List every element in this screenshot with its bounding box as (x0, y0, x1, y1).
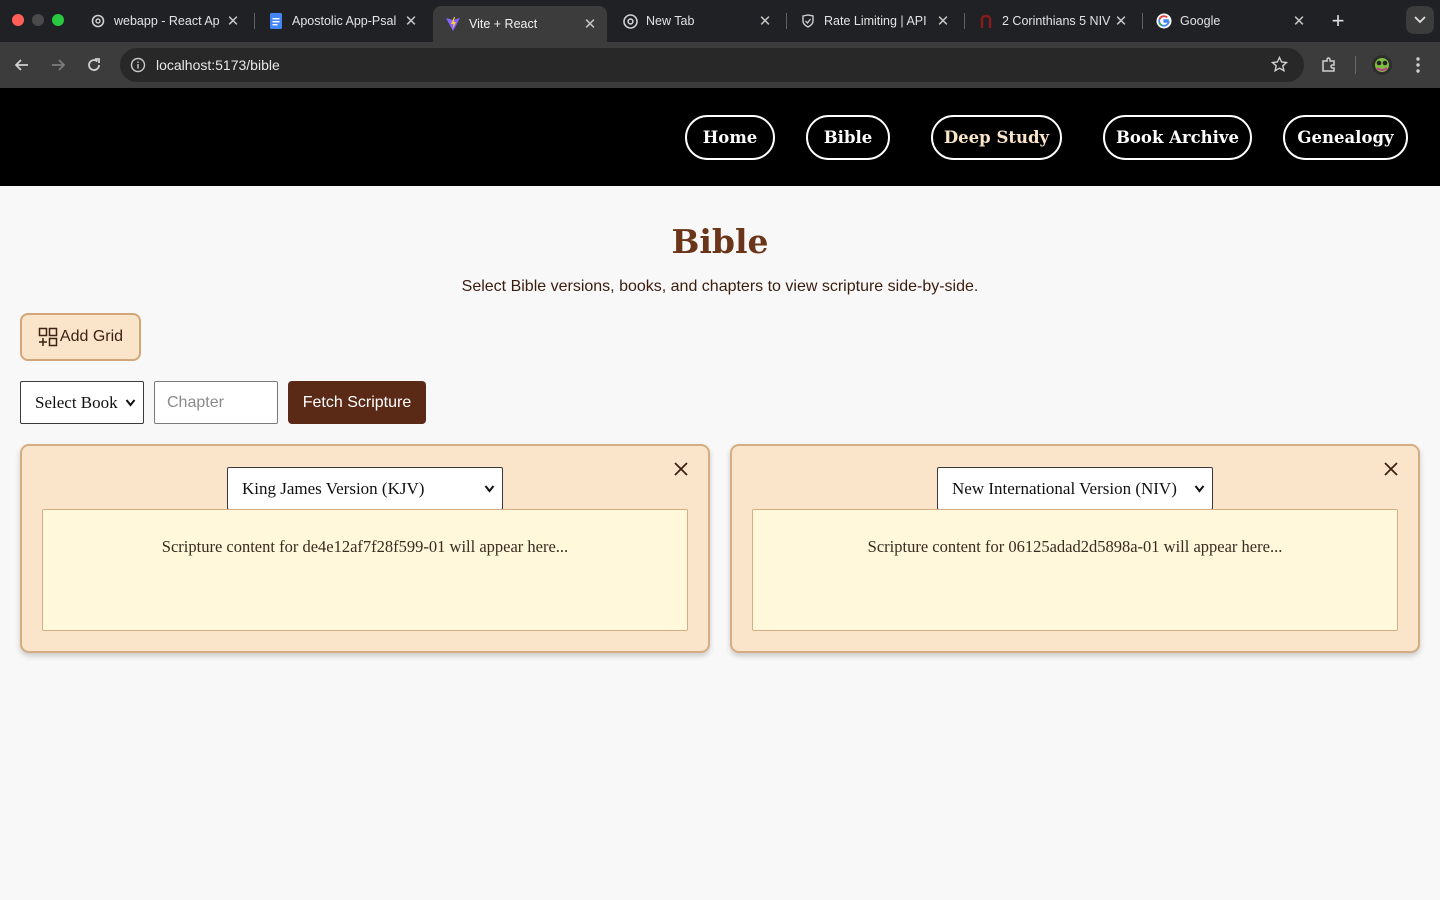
close-grid-button[interactable] (1380, 458, 1402, 480)
biblegateway-icon (978, 13, 994, 29)
browser-tab[interactable]: New Tab ✕ (610, 6, 782, 36)
nav-home[interactable]: Home (685, 115, 775, 160)
browser-menu-button[interactable] (1404, 51, 1432, 79)
chrome-icon (622, 13, 638, 29)
minimize-window-button[interactable] (32, 14, 44, 26)
chevron-down-icon (1414, 16, 1426, 24)
tab-search-button[interactable] (1406, 6, 1434, 34)
fetch-scripture-button[interactable]: Fetch Scripture (288, 381, 426, 424)
reload-icon (88, 58, 100, 71)
version-select[interactable]: King James Version (KJV) (227, 467, 503, 510)
toolbar-divider (1355, 56, 1356, 74)
profile-avatar[interactable] (1368, 51, 1396, 79)
tab-title: 2 Corinthians 5 NIV (1002, 14, 1111, 28)
version-select-value: New International Version (NIV) (952, 478, 1177, 498)
scripture-text: Scripture content for de4e12af7f28f599-0… (161, 537, 569, 556)
app-header: Home Bible Deep Study Book Archive Genea… (0, 88, 1440, 186)
extensions-button[interactable] (1315, 51, 1343, 79)
close-grid-button[interactable] (670, 458, 692, 480)
tab-divider (964, 13, 965, 29)
page-subtitle: Select Bible versions, books, and chapte… (461, 278, 979, 295)
close-icon[interactable]: ✕ (1290, 12, 1308, 30)
browser-tab[interactable]: webapp - React Ap ✕ (78, 6, 250, 36)
url-text: localhost:5173/bible (156, 57, 280, 73)
browser-tab[interactable]: Apostolic App-Psal ✕ (256, 6, 428, 36)
version-select-value: King James Version (KJV) (242, 478, 425, 498)
reload-button[interactable] (80, 51, 108, 79)
tab-title: Rate Limiting | API (824, 14, 927, 28)
browser-tab[interactable]: Google ✕ (1144, 6, 1316, 36)
close-icon[interactable]: ✕ (756, 12, 774, 30)
close-icon[interactable]: ✕ (402, 12, 420, 30)
chevron-down-icon (125, 399, 136, 407)
chevron-down-icon (1194, 485, 1205, 493)
tab-divider (1142, 13, 1143, 29)
back-button[interactable] (8, 51, 36, 79)
chapter-input[interactable] (154, 381, 278, 424)
forward-button[interactable] (44, 51, 72, 79)
google-icon (1156, 13, 1172, 29)
book-select-value: Select Book (35, 392, 118, 412)
shield-icon (800, 13, 816, 29)
arrow-right-icon (52, 59, 66, 71)
site-info-icon[interactable] (130, 57, 146, 73)
scripture-grid-card: New International Version (NIV) Scriptur… (730, 444, 1420, 653)
close-icon[interactable]: ✕ (934, 12, 952, 30)
close-icon[interactable]: ✕ (581, 15, 599, 33)
browser-tab[interactable]: 2 Corinthians 5 NIV ✕ (966, 6, 1138, 36)
browser-tab-active[interactable]: Vite + React ✕ (433, 6, 607, 42)
browser-tab-strip: webapp - React Ap ✕ Apostolic App-Psal ✕… (0, 0, 1440, 42)
scripture-content-box: Scripture content for 06125adad2d5898a-0… (752, 509, 1398, 631)
close-icon (674, 462, 688, 476)
browser-toolbar: localhost:5173/bible (0, 42, 1440, 88)
openai-icon (90, 13, 106, 29)
chevron-down-icon (484, 485, 495, 493)
browser-tab[interactable]: Rate Limiting | API ✕ (788, 6, 960, 36)
tab-title: webapp - React Ap (114, 14, 220, 28)
google-docs-icon (268, 13, 284, 29)
arrow-left-icon (14, 59, 28, 71)
scripture-text: Scripture content for 06125adad2d5898a-0… (867, 537, 1283, 556)
close-window-button[interactable] (12, 14, 24, 26)
tab-title: New Tab (646, 14, 695, 28)
scripture-content-box: Scripture content for de4e12af7f28f599-0… (42, 509, 688, 631)
grid-add-icon (38, 327, 58, 347)
tab-title: Google (1180, 14, 1221, 28)
version-select[interactable]: New International Version (NIV) (937, 467, 1213, 510)
tab-title: Vite + React (469, 17, 538, 31)
maximize-window-button[interactable] (52, 14, 64, 26)
page-title: Bible (671, 222, 769, 261)
scripture-grid-card: King James Version (KJV) Scripture conte… (20, 444, 710, 653)
nav-genealogy[interactable]: Genealogy (1283, 115, 1408, 160)
more-vertical-icon (1416, 57, 1420, 73)
tab-divider (786, 13, 787, 29)
nav-bible[interactable]: Bible (806, 115, 890, 160)
avatar-icon (1372, 55, 1392, 75)
new-tab-button[interactable]: + (1324, 7, 1352, 35)
add-grid-button[interactable]: Add Grid (20, 313, 141, 361)
puzzle-icon (1322, 57, 1335, 72)
nav-book-archive[interactable]: Book Archive (1103, 115, 1252, 160)
close-icon[interactable]: ✕ (224, 12, 242, 30)
vite-icon (445, 16, 461, 32)
close-icon[interactable]: ✕ (1112, 12, 1130, 30)
tab-title: Apostolic App-Psal (292, 14, 397, 28)
tab-divider (254, 13, 255, 29)
close-icon (1384, 462, 1398, 476)
star-icon[interactable] (1271, 56, 1288, 73)
book-select[interactable]: Select Book (20, 381, 144, 424)
add-grid-label: Add Grid (59, 328, 124, 345)
address-bar[interactable]: localhost:5173/bible (120, 48, 1304, 82)
nav-deep-study[interactable]: Deep Study (931, 115, 1062, 160)
